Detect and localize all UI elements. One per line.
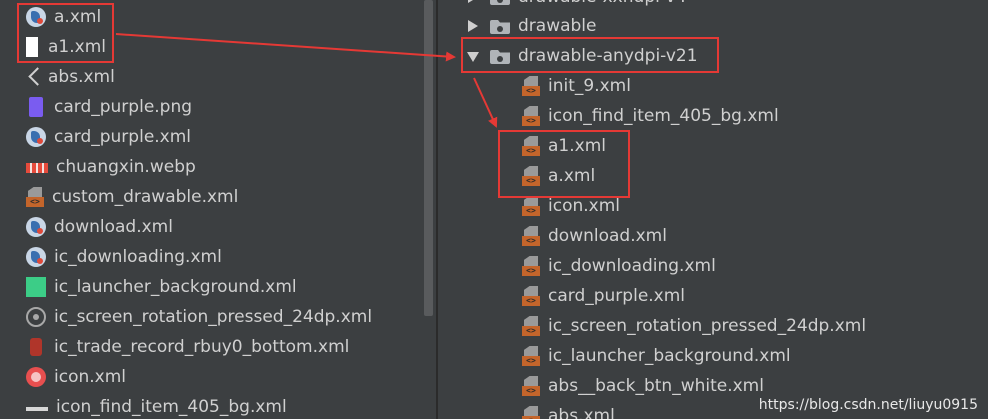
file-name: abs.xml — [548, 406, 615, 419]
file-name: card_purple.png — [54, 97, 193, 117]
file-name: ic_screen_rotation_pressed_24dp.xml — [548, 316, 867, 336]
red-flower-icon — [26, 367, 46, 387]
xml-file-icon — [522, 376, 540, 396]
xml-file-icon — [522, 286, 540, 306]
tree-file-row[interactable]: icon_find_item_405_bg.xml — [522, 101, 779, 131]
file-row-icon-xml[interactable]: icon.xml — [26, 362, 126, 392]
file-name: abs__back_btn_white.xml — [548, 376, 764, 396]
file-row-custom-drawable-xml[interactable]: custom_drawable.xml — [26, 182, 238, 212]
file-name: card_purple.xml — [548, 286, 686, 306]
tree-file-row[interactable]: ic_screen_rotation_pressed_24dp.xml — [522, 311, 866, 341]
file-row-ic-trade-record-xml[interactable]: ic_trade_record_rbuy0_bottom.xml — [26, 332, 349, 362]
file-row-icon-find-item-xml[interactable]: icon_find_item_405_bg.xml — [26, 392, 287, 419]
left-project-pane: a.xml a1.xml abs.xml card_purple.png car… — [0, 0, 422, 419]
highlight-box-folder — [461, 37, 719, 73]
folder-icon — [490, 18, 510, 34]
file-name: init_9.xml — [548, 76, 631, 96]
xml-file-icon — [522, 256, 540, 276]
tree-file-row[interactable]: download.xml — [522, 221, 667, 251]
file-name: ic_launcher_background.xml — [54, 277, 297, 297]
file-row-download-xml[interactable]: download.xml — [26, 212, 173, 242]
purple-image-icon — [29, 97, 43, 117]
webp-image-icon — [26, 163, 48, 173]
file-name: icon.xml — [54, 367, 126, 387]
file-name: ic_trade_record_rbuy0_bottom.xml — [54, 337, 350, 357]
tree-file-row[interactable]: ic_downloading.xml — [522, 251, 716, 281]
file-name: chuangxin.webp — [56, 157, 196, 177]
folder-name: drawable-xxhdpi-v4 — [518, 0, 686, 7]
xml-file-icon — [522, 346, 540, 366]
vector-drawable-icon — [26, 217, 46, 237]
record-icon — [30, 338, 42, 356]
scrollbar-thumb[interactable] — [424, 0, 433, 316]
file-name: icon_find_item_405_bg.xml — [56, 397, 287, 417]
expand-arrow-icon[interactable] — [466, 19, 480, 33]
rotation-icon — [26, 307, 46, 327]
folder-icon — [490, 0, 510, 5]
xml-file-icon — [522, 226, 540, 246]
vector-drawable-icon — [26, 127, 46, 147]
xml-file-icon — [26, 187, 44, 207]
chevron-left-icon — [26, 67, 40, 87]
bar-icon — [26, 407, 48, 411]
folder-name: drawable — [518, 16, 597, 36]
xml-file-icon — [522, 316, 540, 336]
watermark-text: https://blog.csdn.net/liuyu0915 — [758, 397, 978, 413]
file-row-ic-launcher-background-xml[interactable]: ic_launcher_background.xml — [26, 272, 297, 302]
file-name: card_purple.xml — [54, 127, 192, 147]
file-name: ic_launcher_background.xml — [548, 346, 791, 366]
vector-drawable-icon — [26, 247, 46, 267]
file-name: custom_drawable.xml — [52, 187, 239, 207]
tree-file-row[interactable]: card_purple.xml — [522, 281, 685, 311]
tree-file-row[interactable]: abs.xml — [522, 401, 615, 419]
file-name: download.xml — [54, 217, 173, 237]
file-name: icon_find_item_405_bg.xml — [548, 106, 779, 126]
xml-file-icon — [522, 76, 540, 96]
xml-file-icon — [522, 106, 540, 126]
highlight-box-files — [498, 130, 630, 198]
right-project-pane: drawable-xxhdpi-v4 drawable drawable-any… — [438, 0, 988, 419]
file-name: ic_downloading.xml — [548, 256, 716, 276]
xml-file-icon — [522, 196, 540, 216]
file-name: ic_screen_rotation_pressed_24dp.xml — [54, 307, 373, 327]
expand-arrow-icon[interactable] — [466, 0, 480, 4]
file-name: abs.xml — [48, 67, 115, 87]
file-row-card-purple-xml[interactable]: card_purple.xml — [26, 122, 191, 152]
tree-file-row[interactable]: abs__back_btn_white.xml — [522, 371, 764, 401]
file-name: download.xml — [548, 226, 667, 246]
file-row-ic-downloading-xml[interactable]: ic_downloading.xml — [26, 242, 222, 272]
file-row-chuangxin-webp[interactable]: chuangxin.webp — [26, 152, 196, 182]
highlight-box-left — [17, 3, 114, 63]
green-square-icon — [26, 277, 46, 297]
file-name: icon.xml — [548, 196, 620, 216]
file-row-ic-screen-rotation-xml[interactable]: ic_screen_rotation_pressed_24dp.xml — [26, 302, 372, 332]
file-row-abs-xml[interactable]: abs.xml — [26, 62, 115, 92]
tree-file-row[interactable]: ic_launcher_background.xml — [522, 341, 791, 371]
xml-file-icon — [522, 406, 540, 419]
tree-file-row[interactable]: init_9.xml — [522, 71, 631, 101]
file-name: ic_downloading.xml — [54, 247, 222, 267]
file-row-card-purple-png[interactable]: card_purple.png — [26, 92, 192, 122]
